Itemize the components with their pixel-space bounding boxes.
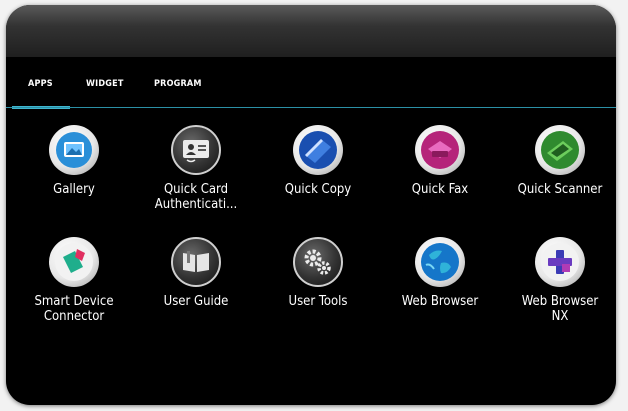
app-label: Web Browser NX <box>521 294 599 324</box>
device-screen: APPS WIDGET PROGRAM Gallery Quick Card A… <box>6 5 616 405</box>
copy-icon <box>293 125 343 175</box>
scanner-icon <box>535 125 585 175</box>
id-card-icon <box>171 125 221 175</box>
app-user-tools[interactable]: User Tools <box>258 237 378 337</box>
app-label: Quick Scanner <box>517 182 603 197</box>
app-quick-fax[interactable]: Quick Fax <box>380 125 500 225</box>
app-label: Quick Copy <box>284 182 352 197</box>
book-icon <box>171 237 221 287</box>
app-label: Quick Fax <box>411 182 469 197</box>
app-label: User Guide <box>163 294 229 309</box>
app-label: Gallery <box>53 182 95 197</box>
app-smart-device-connector[interactable]: Smart Device Connector <box>14 237 134 337</box>
app-quick-scanner[interactable]: Quick Scanner <box>500 125 616 225</box>
fax-icon <box>415 125 465 175</box>
app-label: Quick Card Authenticati... <box>154 182 238 212</box>
app-quick-copy[interactable]: Quick Copy <box>258 125 378 225</box>
app-web-browser[interactable]: Web Browser <box>380 237 500 337</box>
app-user-guide[interactable]: User Guide <box>136 237 256 337</box>
smart-device-icon <box>49 237 99 287</box>
app-grid: Gallery Quick Card Authenticati... Quick… <box>6 5 616 405</box>
app-label: User Tools <box>288 294 348 309</box>
app-web-browser-nx[interactable]: Web Browser NX <box>500 237 616 337</box>
browser-nx-icon <box>535 237 585 287</box>
gears-icon <box>293 237 343 287</box>
app-label: Smart Device Connector <box>34 294 114 324</box>
gallery-icon <box>49 125 99 175</box>
app-label: Web Browser <box>401 294 479 309</box>
app-quick-card-authentication[interactable]: Quick Card Authenticati... <box>136 125 256 225</box>
app-gallery[interactable]: Gallery <box>14 125 134 225</box>
globe-icon <box>415 237 465 287</box>
